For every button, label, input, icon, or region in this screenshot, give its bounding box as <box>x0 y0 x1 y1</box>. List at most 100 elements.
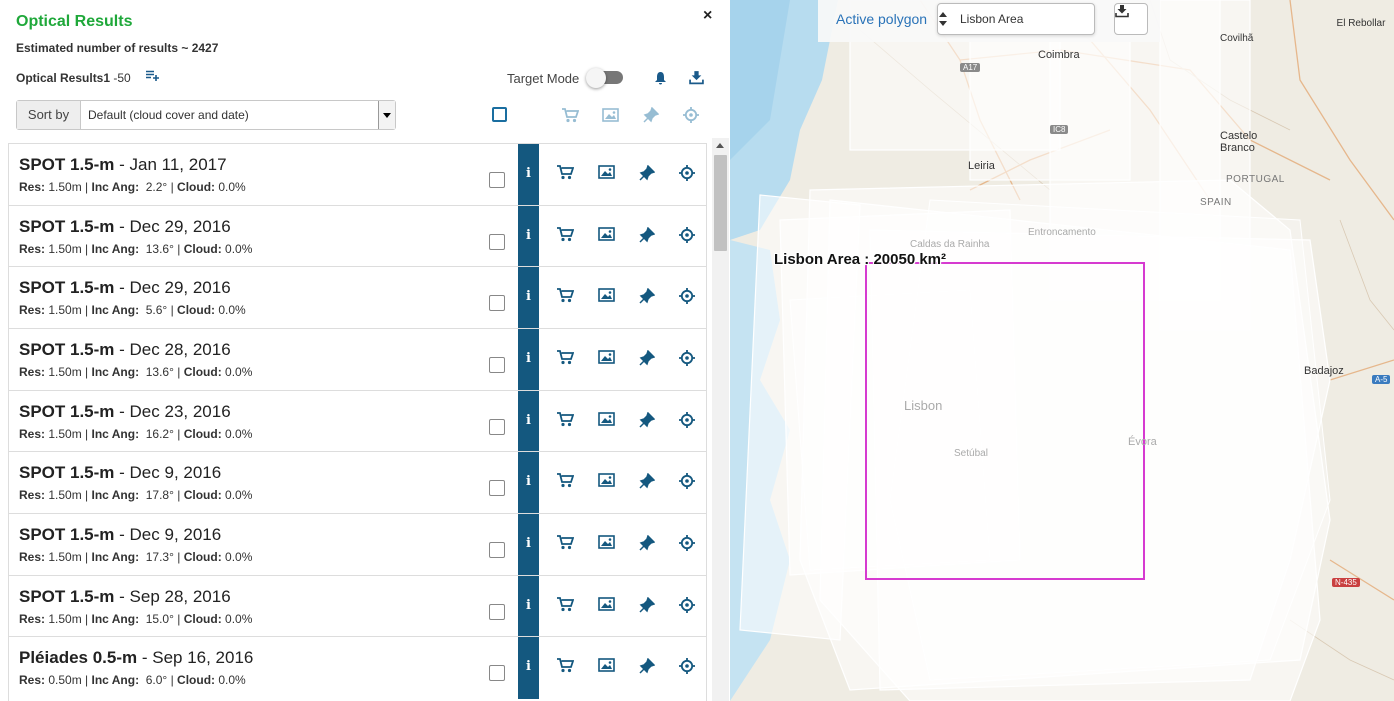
cart-icon[interactable] <box>557 535 575 555</box>
pin-icon[interactable] <box>639 164 656 186</box>
pin-icon[interactable] <box>639 657 656 679</box>
cart-icon[interactable] <box>557 473 575 493</box>
crosshair-icon[interactable] <box>679 658 695 679</box>
map-view[interactable]: Coimbra Covilhã El Rebollar Castelo Bran… <box>730 0 1394 701</box>
bell-icon[interactable] <box>654 71 667 85</box>
download-icon[interactable] <box>689 70 704 85</box>
result-row[interactable]: SPOT 1.5-m - Dec 28, 2016 Res: 1.50m | In… <box>9 328 706 391</box>
crosshair-icon[interactable] <box>679 350 695 371</box>
scroll-thumb[interactable] <box>714 155 727 251</box>
result-row[interactable]: SPOT 1.5-m - Sep 28, 2016 Res: 1.50m | In… <box>9 575 706 638</box>
result-row[interactable]: SPOT 1.5-m - Dec 9, 2016 Res: 1.50m | Inc… <box>9 513 706 576</box>
map-place-label: Leiria <box>968 160 995 172</box>
result-checkbox[interactable] <box>489 419 505 435</box>
info-button[interactable]: i <box>518 391 539 453</box>
result-meta: Res: 1.50m | Inc Ang: 2.2° | Cloud: 0.0% <box>19 180 246 194</box>
pin-icon[interactable] <box>643 107 659 123</box>
info-button[interactable]: i <box>518 329 539 391</box>
add-list-icon[interactable] <box>146 70 160 82</box>
cart-icon[interactable] <box>562 108 579 123</box>
crosshair-icon[interactable] <box>679 227 695 248</box>
info-button[interactable]: i <box>518 514 539 576</box>
result-checkbox[interactable] <box>489 604 505 620</box>
result-checkbox[interactable] <box>489 295 505 311</box>
result-meta: Res: 0.50m | Inc Ang: 6.0° | Cloud: 0.0% <box>19 673 246 687</box>
image-icon[interactable] <box>598 658 615 677</box>
cart-icon[interactable] <box>557 350 575 370</box>
results-list[interactable]: SPOT 1.5-m - Jan 11, 2017 Res: 1.50m | In… <box>8 143 707 701</box>
pin-icon[interactable] <box>639 596 656 618</box>
cart-icon[interactable] <box>557 597 575 617</box>
pin-icon[interactable] <box>639 411 656 433</box>
pin-icon[interactable] <box>639 226 656 248</box>
cart-icon[interactable] <box>557 288 575 308</box>
info-button[interactable]: i <box>518 637 539 699</box>
result-title[interactable]: SPOT 1.5-m - Dec 23, 2016 <box>19 402 231 422</box>
info-button[interactable]: i <box>518 267 539 329</box>
result-title[interactable]: SPOT 1.5-m - Dec 9, 2016 <box>19 463 221 483</box>
result-row[interactable]: SPOT 1.5-m - Dec 9, 2016 Res: 1.50m | Inc… <box>9 451 706 514</box>
image-icon[interactable] <box>598 165 615 184</box>
results-scrollbar[interactable] <box>712 138 729 701</box>
close-button[interactable]: × <box>703 7 712 25</box>
image-icon[interactable] <box>598 288 615 307</box>
result-checkbox[interactable] <box>489 234 505 250</box>
result-checkbox[interactable] <box>489 357 505 373</box>
cart-icon[interactable] <box>557 658 575 678</box>
result-checkbox[interactable] <box>489 172 505 188</box>
polygon-download-button[interactable] <box>1114 3 1148 35</box>
info-button[interactable]: i <box>518 452 539 514</box>
map-country-label: SPAIN <box>1200 197 1232 208</box>
info-button[interactable]: i <box>518 206 539 268</box>
crosshair-icon[interactable] <box>683 107 699 123</box>
crosshair-icon[interactable] <box>679 473 695 494</box>
image-icon[interactable] <box>598 597 615 616</box>
select-all-checkbox[interactable] <box>492 107 507 122</box>
result-row[interactable]: SPOT 1.5-m - Jan 11, 2017 Res: 1.50m | In… <box>9 143 706 206</box>
result-checkbox[interactable] <box>489 542 505 558</box>
result-title[interactable]: SPOT 1.5-m - Dec 29, 2016 <box>19 217 231 237</box>
result-title[interactable]: SPOT 1.5-m - Dec 28, 2016 <box>19 340 231 360</box>
pin-icon[interactable] <box>639 287 656 309</box>
result-meta: Res: 1.50m | Inc Ang: 16.2° | Cloud: 0.0… <box>19 427 253 441</box>
result-title[interactable]: SPOT 1.5-m - Sep 28, 2016 <box>19 587 231 607</box>
crosshair-icon[interactable] <box>679 597 695 618</box>
map-country-label: PORTUGAL <box>1226 174 1285 185</box>
image-icon[interactable] <box>598 473 615 492</box>
scroll-up-icon[interactable] <box>716 143 724 148</box>
info-button[interactable]: i <box>518 576 539 638</box>
sort-select[interactable]: Sort by Default (cloud cover and date) <box>16 100 396 130</box>
pin-icon[interactable] <box>639 349 656 371</box>
result-checkbox[interactable] <box>489 480 505 496</box>
polygon-select-value: Lisbon Area <box>960 12 1024 26</box>
info-button[interactable]: i <box>518 144 539 206</box>
polygon-select[interactable]: Lisbon Area <box>937 3 1095 35</box>
result-row[interactable]: SPOT 1.5-m - Dec 23, 2016 Res: 1.50m | In… <box>9 390 706 453</box>
image-icon[interactable] <box>602 108 619 122</box>
crosshair-icon[interactable] <box>679 535 695 556</box>
pin-icon[interactable] <box>639 472 656 494</box>
crosshair-icon[interactable] <box>679 165 695 186</box>
chevron-down-icon[interactable] <box>378 101 395 129</box>
image-icon[interactable] <box>598 535 615 554</box>
image-icon[interactable] <box>598 227 615 246</box>
pin-icon[interactable] <box>639 534 656 556</box>
result-checkbox[interactable] <box>489 665 505 681</box>
result-row[interactable]: Pléiades 0.5-m - Sep 16, 2016 Res: 0.50m … <box>9 636 706 699</box>
result-title[interactable]: SPOT 1.5-m - Dec 29, 2016 <box>19 278 231 298</box>
image-icon[interactable] <box>598 350 615 369</box>
map-place-label: Lisbon <box>904 398 943 413</box>
result-meta: Res: 1.50m | Inc Ang: 13.6° | Cloud: 0.0… <box>19 365 253 379</box>
result-title[interactable]: SPOT 1.5-m - Dec 9, 2016 <box>19 525 221 545</box>
cart-icon[interactable] <box>557 227 575 247</box>
result-title[interactable]: Pléiades 0.5-m - Sep 16, 2016 <box>19 648 253 668</box>
cart-icon[interactable] <box>557 412 575 432</box>
result-row[interactable]: SPOT 1.5-m - Dec 29, 2016 Res: 1.50m | In… <box>9 205 706 268</box>
result-title[interactable]: SPOT 1.5-m - Jan 11, 2017 <box>19 155 227 175</box>
crosshair-icon[interactable] <box>679 288 695 309</box>
target-mode-toggle[interactable] <box>586 68 623 88</box>
result-row[interactable]: SPOT 1.5-m - Dec 29, 2016 Res: 1.50m | In… <box>9 266 706 329</box>
cart-icon[interactable] <box>557 165 575 185</box>
crosshair-icon[interactable] <box>679 412 695 433</box>
image-icon[interactable] <box>598 412 615 431</box>
